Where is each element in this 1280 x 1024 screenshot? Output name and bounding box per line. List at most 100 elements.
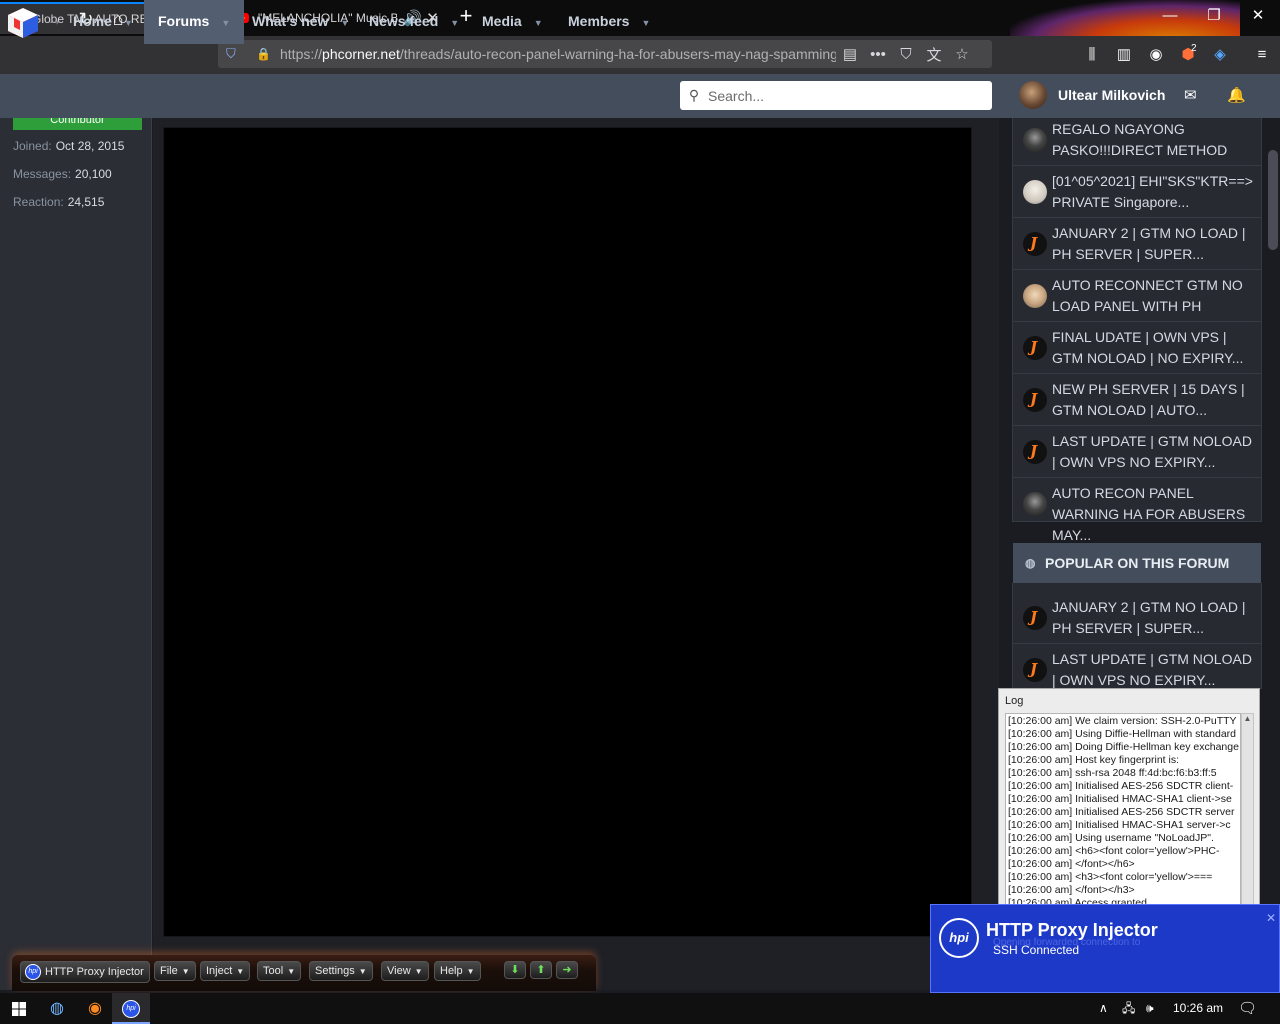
- avatar: [1023, 492, 1047, 516]
- log-textbox[interactable]: [10:26:00 am] We claim version: SSH-2.0-…: [1005, 713, 1241, 905]
- tracking-shield-icon[interactable]: ⛉: [226, 46, 242, 62]
- list-item[interactable]: AUTO RECON PANEL WARNING HA FOR ABUSERS …: [1013, 478, 1261, 543]
- connection-toast[interactable]: hpi Opening forwarded connection to HTTP…: [930, 904, 1280, 993]
- search-icon: ⚲: [688, 87, 700, 103]
- chevron-down-icon[interactable]: ▼: [340, 18, 349, 28]
- page-actions-icon[interactable]: •••: [864, 46, 892, 63]
- notifications-bell-icon[interactable]: 🔔: [1227, 86, 1246, 104]
- list-item[interactable]: NEW PH SERVER | 15 DAYS | GTM NOLOAD | A…: [1013, 374, 1261, 426]
- http-injector-taskbar-icon[interactable]: hpi: [112, 993, 150, 1024]
- minimize-icon[interactable]: —: [1148, 0, 1192, 32]
- scrollbar-thumb[interactable]: [1268, 150, 1278, 250]
- list-item[interactable]: LAST UPDATE | GTM NOLOAD | OWN VPS NO EX…: [1013, 426, 1261, 478]
- avatar: [1023, 658, 1047, 682]
- lock-icon[interactable]: 🔒: [256, 47, 271, 61]
- hpi-logo-icon: hpi: [939, 918, 979, 958]
- chevron-down-icon: ▼: [287, 967, 296, 976]
- maximize-icon[interactable]: ❐: [1192, 0, 1236, 32]
- toast-subtitle: SSH Connected: [993, 943, 1080, 957]
- chevron-down-icon[interactable]: ▼: [534, 18, 543, 28]
- network-icon[interactable]: 🖧: [1122, 993, 1135, 1024]
- list-item[interactable]: JANUARY 2 | GTM NO LOAD | PH SERVER | SU…: [1013, 592, 1261, 644]
- avatar: [1023, 284, 1047, 308]
- sidebar-icon[interactable]: ▥: [1112, 44, 1136, 66]
- stat-messages: Messages: 20,100: [13, 167, 112, 181]
- stat-joined: Joined: Oct 28, 2015: [13, 139, 125, 153]
- url-text[interactable]: https://phcorner.net/threads/auto-recon-…: [280, 46, 836, 62]
- windows-taskbar: [0, 993, 1280, 1024]
- action-center-icon[interactable]: 🗨: [1238, 993, 1257, 1024]
- firefox-taskbar-icon[interactable]: ◉: [76, 993, 114, 1024]
- avatar: [1023, 232, 1047, 256]
- account-icon[interactable]: ◉: [1144, 44, 1168, 66]
- volume-icon[interactable]: 🕪: [1146, 993, 1154, 1024]
- nav-news-feed[interactable]: News feed ▼: [355, 0, 473, 44]
- menu-tool[interactable]: Tool ▼: [257, 961, 302, 981]
- nav-whats-new[interactable]: What's new ▼: [238, 0, 363, 44]
- log-line: [10:26:00 am] Initialised AES-256 SDCTR …: [1008, 780, 1234, 792]
- username[interactable]: Ultear Milkovich: [1058, 87, 1165, 103]
- menu-view[interactable]: View ▼: [381, 961, 429, 981]
- avatar: [1023, 606, 1047, 630]
- injector-app-button[interactable]: hpi HTTP Proxy Injector: [20, 961, 150, 983]
- inbox-envelope-icon[interactable]: ✉: [1184, 86, 1197, 104]
- list-item[interactable]: [01^05^2021] EHI"SKS"KTR==> PRIVATE Sing…: [1013, 166, 1261, 218]
- avatar[interactable]: [1019, 81, 1047, 109]
- arrow-up-icon[interactable]: ⬆: [530, 961, 552, 979]
- log-title: Log: [1005, 695, 1024, 707]
- chevron-down-icon: ▼: [236, 967, 245, 976]
- embedded-media-player[interactable]: [163, 127, 972, 937]
- cortana-globe-icon[interactable]: ◍: [38, 993, 76, 1024]
- chevron-down-icon[interactable]: ▼: [641, 18, 650, 28]
- library-icon[interactable]: ⫼: [1080, 44, 1104, 66]
- search-input[interactable]: [708, 87, 978, 104]
- user-title-badge: Contributor: [13, 118, 142, 130]
- address-bar[interactable]: ⛉ 🔒 https://phcorner.net/threads/auto-re…: [218, 40, 992, 68]
- nav-media[interactable]: Media ▼: [468, 0, 557, 44]
- chevron-down-icon: ▼: [466, 967, 475, 976]
- bookmark-star-icon[interactable]: ☆: [948, 45, 976, 63]
- windows-start-icon[interactable]: [0, 993, 38, 1024]
- taskbar-clock[interactable]: 10:26 am: [1173, 993, 1223, 1024]
- log-line: [10:26:00 am] ssh-rsa 2048 ff:4d:bc:f6:b…: [1008, 767, 1217, 779]
- menu-inject[interactable]: Inject ▼: [200, 961, 251, 981]
- arrow-down-icon[interactable]: ⬇: [504, 961, 526, 979]
- phcorner-logo[interactable]: [6, 6, 40, 40]
- translate-icon[interactable]: 文: [920, 44, 948, 65]
- log-line: [10:26:00 am] Initialised HMAC-SHA1 serv…: [1008, 819, 1231, 831]
- list-item[interactable]: FINAL UDATE | OWN VPS | GTM NOLOAD | NO …: [1013, 322, 1261, 374]
- extension-icon[interactable]: ⬢ 2: [1176, 43, 1200, 66]
- scroll-up-icon[interactable]: ▲: [1244, 714, 1252, 723]
- chevron-down-icon: ▼: [358, 967, 367, 976]
- stat-reaction: Reaction: 24,515: [13, 195, 105, 209]
- close-icon[interactable]: ✕: [1266, 911, 1276, 925]
- toast-title: HTTP Proxy Injector: [986, 920, 1158, 940]
- close-window-icon[interactable]: ✕: [1236, 0, 1280, 32]
- menu-help[interactable]: Help ▼: [434, 961, 481, 981]
- extension-badge: 2: [1191, 43, 1197, 54]
- chevron-down-icon[interactable]: ▼: [450, 18, 459, 28]
- tray-overflow-icon[interactable]: ∧: [1099, 993, 1108, 1024]
- log-line: [10:26:00 am] Host key fingerprint is:: [1008, 754, 1179, 766]
- hpi-logo-icon: hpi: [25, 964, 41, 980]
- list-item[interactable]: JANUARY 2 | GTM NO LOAD | PH SERVER | SU…: [1013, 218, 1261, 270]
- hamburger-menu-icon[interactable]: ≡: [1250, 44, 1274, 66]
- pocket-icon[interactable]: ⛉: [892, 46, 920, 63]
- menu-settings[interactable]: Settings ▼: [309, 961, 373, 981]
- log-scrollbar[interactable]: ▲: [1241, 713, 1254, 905]
- avatar: [1023, 388, 1047, 412]
- log-line: [10:26:00 am] Initialised AES-256 SDCTR …: [1008, 806, 1235, 818]
- menu-file[interactable]: File ▼: [154, 961, 196, 981]
- nav-forums[interactable]: Forums ▼: [144, 0, 245, 44]
- arrow-right-icon[interactable]: ➜: [556, 961, 578, 979]
- chevron-down-icon[interactable]: ▼: [124, 18, 133, 28]
- chevron-down-icon[interactable]: ▼: [221, 18, 230, 28]
- nav-home[interactable]: Home ▼: [58, 0, 148, 44]
- reader-view-icon[interactable]: ▤: [836, 45, 864, 63]
- list-item[interactable]: AUTO RECONNECT GTM NO LOAD PANEL WITH PH: [1013, 270, 1261, 322]
- user-info-column: [0, 118, 152, 990]
- list-item[interactable]: REGALO NGAYONG PASKO!!!DIRECT METHOD: [1013, 114, 1261, 166]
- vpn-extension-icon[interactable]: ◈: [1208, 44, 1232, 66]
- forum-search[interactable]: ⚲: [680, 81, 992, 110]
- nav-members[interactable]: Members ▼: [554, 0, 664, 44]
